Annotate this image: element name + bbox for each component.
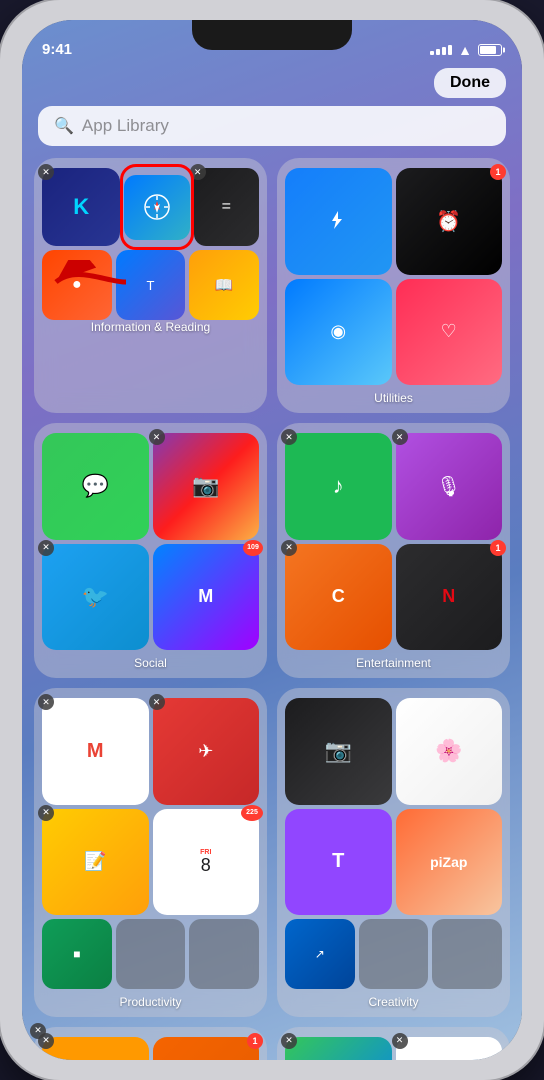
app-icon-etsy[interactable]: 1 Etsy [153,1037,260,1060]
done-area: Done [22,64,522,98]
x-badge-podcasts[interactable]: ✕ [392,429,408,445]
folder-utilities[interactable]: 1 ⏰ ◉ ♡ Utilities [277,158,510,413]
x-badge-empty5[interactable]: ✕ [30,1023,46,1039]
folder-name-utilities: Utilities [285,391,502,405]
app-icon-instagram[interactable]: ✕ 📷 [153,433,260,540]
x-badge-spotify[interactable]: ✕ [281,429,297,445]
app-icon-pizap[interactable]: piZap [396,809,503,916]
app-icon-empty4 [432,919,502,989]
app-icon-compass[interactable]: ◉ [285,279,392,386]
folder-name-information: Information & Reading [42,320,259,334]
folder-bottom-apps: ● T 📖 [42,250,259,320]
status-time: 9:41 [42,41,72,58]
folder-entertainment[interactable]: ✕ ♪ ✕ 🎙 ✕ C 1 [277,423,510,678]
app-icon-clock[interactable]: 1 ⏰ [396,168,503,275]
app-icon-kindle[interactable]: ✕ K [42,168,120,246]
x-badge-instagram[interactable]: ✕ [149,429,165,445]
notif-badge-etsy: 1 [247,1033,263,1049]
folder-shopping-left[interactable]: ✕ a 1 Etsy ✕ [34,1027,267,1060]
search-bar[interactable]: 🔍 App Library [38,106,506,146]
x-badge-gmail[interactable]: ✕ [38,694,54,710]
app-icon-appstore[interactable] [285,168,392,275]
app-icon-spotify[interactable]: ✕ ♪ [285,433,392,540]
x-badge-calculator[interactable]: ✕ [190,164,206,180]
notif-badge-clock: 1 [490,164,506,180]
app-icon-empty1 [116,919,186,989]
folder-name-creativity: Creativity [285,995,502,1009]
folder-row-3: ✕ M ✕ ✈ ✕ 📝 2 [34,688,510,1017]
app-icon-sheets[interactable]: ■ [42,919,112,989]
x-badge-gmaps[interactable]: ✕ [392,1033,408,1049]
app-icon-gmaps[interactable]: ✕ 🗺 [396,1037,503,1060]
app-icon-podcasts[interactable]: ✕ 🎙 [396,433,503,540]
folder-social[interactable]: 💬 ✕ 📷 ✕ 🐦 109 [34,423,267,678]
app-icon-safari[interactable] [124,175,189,240]
search-placeholder: App Library [82,116,169,136]
x-badge-twitter[interactable]: ✕ [38,540,54,556]
app-icon-reddit[interactable]: ● [42,250,112,320]
app-icon-empty2 [189,919,259,989]
app-icon-photos[interactable]: 🌸 [396,698,503,805]
x-badge-airmail[interactable]: ✕ [149,694,165,710]
app-icon-airmail[interactable]: ✕ ✈ [153,698,260,805]
folder-name-entertainment: Entertainment [285,656,502,670]
app-icon-empty3 [359,919,429,989]
folder-row-4: ✕ a 1 Etsy ✕ [34,1027,510,1060]
folder-productivity[interactable]: ✕ M ✕ ✈ ✕ 📝 2 [34,688,267,1017]
app-icon-messenger[interactable]: 109 M [153,544,260,651]
app-icon-books[interactable]: 📖 [189,250,259,320]
folder-maps[interactable]: ✕ 🗺 ✕ 🗺 [277,1027,510,1060]
folder-name-productivity: Productivity [42,995,259,1009]
done-button[interactable]: Done [434,68,506,98]
search-icon: 🔍 [54,116,74,136]
notif-badge-retroarch: 1 [490,540,506,556]
folder-information-reading[interactable]: ✕ K [34,158,267,413]
phone-screen: 9:41 ▲ Done [22,20,522,1060]
folder-creativity[interactable]: 📷 🌸 T piZap [277,688,510,1017]
app-icon-amazon[interactable]: ✕ a [42,1037,149,1060]
battery-icon [478,44,502,56]
app-icon-twitch[interactable]: T [285,809,392,916]
folder-row-1: ✕ K [34,158,510,413]
notch [192,20,352,50]
app-grid: ✕ K [22,158,522,1060]
app-icon-translate[interactable]: T [116,250,186,320]
app-icon-calendar[interactable]: 225 FRI 8 [153,809,260,916]
app-icon-messages[interactable]: 💬 [42,433,149,540]
folder-row-2: 💬 ✕ 📷 ✕ 🐦 109 [34,423,510,678]
status-icons: ▲ [430,42,502,58]
notif-badge-calendar: 225 [241,805,263,821]
app-icon-safari-wrapper[interactable] [124,168,189,246]
x-badge-crunchyroll[interactable]: ✕ [281,540,297,556]
wifi-icon: ▲ [458,42,472,58]
phone-frame: 9:41 ▲ Done [0,0,544,1080]
notif-badge-messenger: 109 [243,540,263,556]
app-icon-crunchyroll[interactable]: ✕ C [285,544,392,651]
app-icon-retroarch[interactable]: 1 N [396,544,503,651]
x-badge-notes[interactable]: ✕ [38,805,54,821]
app-icon-twitter[interactable]: ✕ 🐦 [42,544,149,651]
x-badge-maps[interactable]: ✕ [281,1033,297,1049]
app-icon-gmail[interactable]: ✕ M [42,698,149,805]
app-icon-camera[interactable]: 📷 [285,698,392,805]
app-icon-calculator[interactable]: ✕ = [194,168,259,246]
signal-icon [430,45,452,55]
x-badge-kindle[interactable]: ✕ [38,164,54,180]
app-icon-notes[interactable]: ✕ 📝 [42,809,149,916]
folder-name-social: Social [42,656,259,670]
app-icon-mirrorgo[interactable]: ↗ [285,919,355,989]
app-icon-health[interactable]: ♡ [396,279,503,386]
screen-background: 9:41 ▲ Done [22,20,522,1060]
app-icon-maps[interactable]: ✕ 🗺 [285,1037,392,1060]
